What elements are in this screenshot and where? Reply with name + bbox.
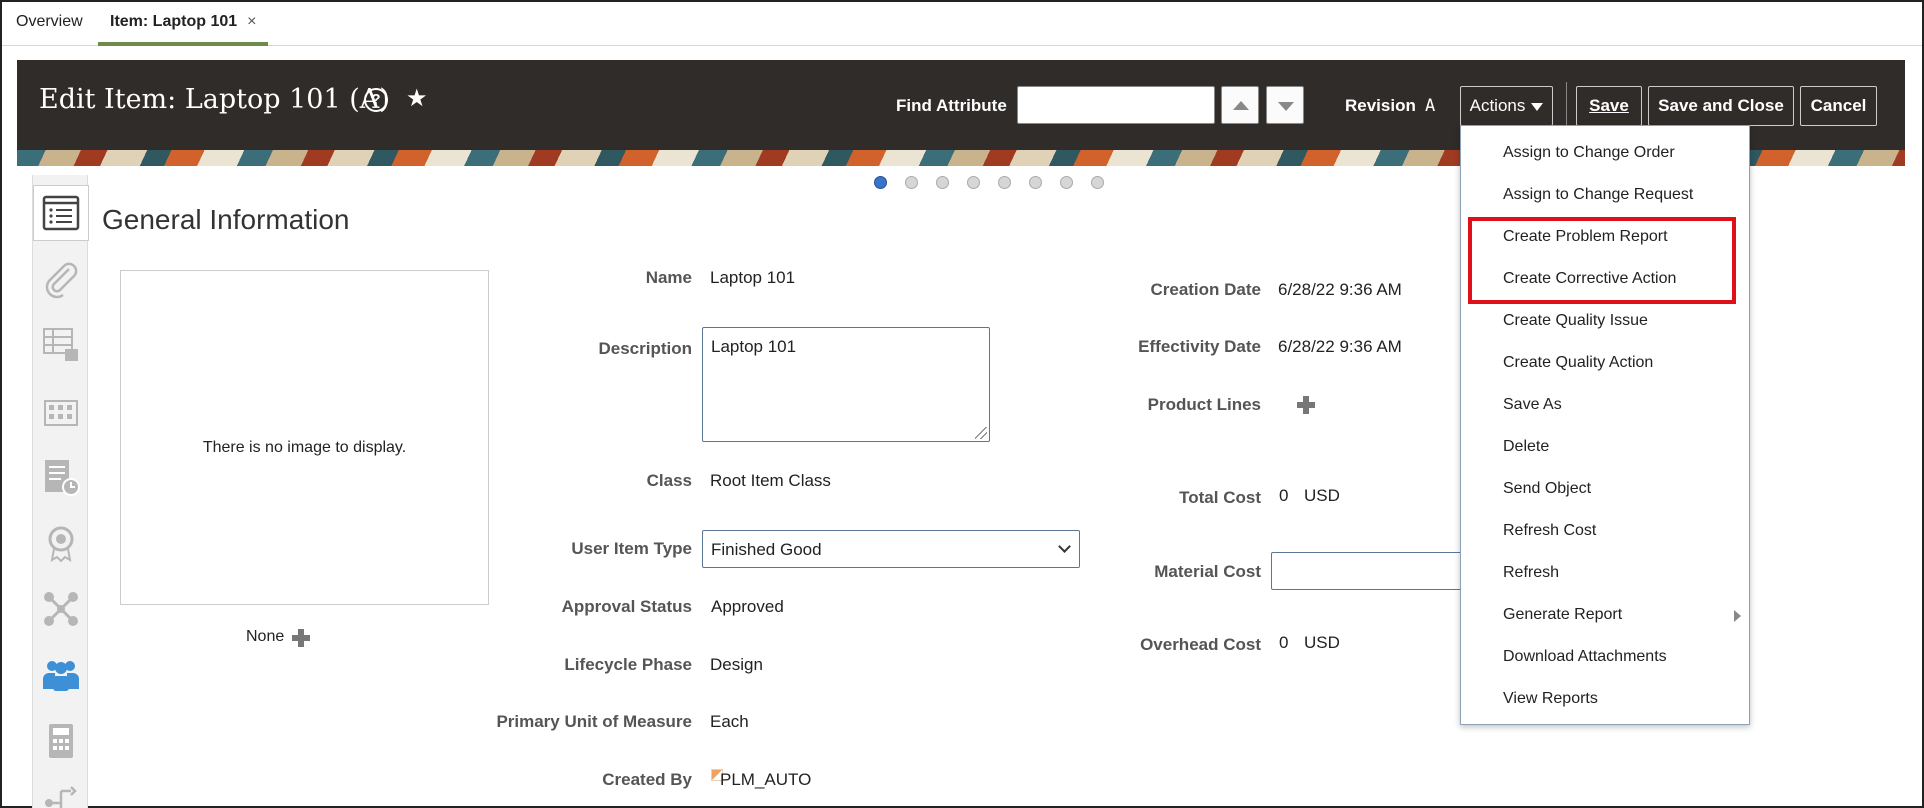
add-product-line-plus-icon[interactable] (1297, 396, 1315, 414)
user-item-type-select[interactable]: Finished Good (702, 530, 1080, 568)
class-value: Root Item Class (710, 471, 831, 490)
user-item-type-value: Finished Good (711, 540, 822, 559)
help-icon[interactable]: ? (364, 88, 388, 112)
toolbar-divider (1566, 82, 1567, 130)
creation-date-value: 6/28/22 9:36 AM (1278, 280, 1402, 299)
menu-item-create-quality-issue[interactable]: Create Quality Issue (1461, 300, 1749, 342)
arrow-down-icon (1278, 102, 1294, 111)
carousel-dot[interactable] (1091, 176, 1104, 189)
caret-down-icon (1531, 102, 1544, 111)
image-none-label: None (246, 628, 285, 645)
organization-icon[interactable] (33, 383, 89, 439)
highlight-box (1468, 217, 1736, 304)
carousel-dot[interactable] (1029, 176, 1042, 189)
menu-item-save-as[interactable]: Save As (1461, 384, 1749, 426)
tab-overview[interactable]: Overview (4, 2, 95, 46)
people-icon[interactable] (33, 647, 89, 703)
cancel-button[interactable]: Cancel (1800, 86, 1877, 126)
material-cost-input[interactable] (1271, 552, 1471, 590)
general-info-icon[interactable] (33, 185, 89, 241)
menu-item-refresh[interactable]: Refresh (1461, 552, 1749, 594)
revision-value: A (1425, 96, 1436, 116)
creation-date-label: Creation Date (1150, 280, 1261, 299)
carousel-dot[interactable] (998, 176, 1011, 189)
save-and-close-button[interactable]: Save and Close (1648, 86, 1794, 126)
tab-item-label: Item: Laptop 101 (110, 13, 238, 30)
carousel-dot[interactable] (967, 176, 980, 189)
description-value: Laptop 101 (711, 337, 797, 356)
find-next-button[interactable] (1266, 86, 1304, 124)
effectivity-date-value: 6/28/22 9:36 AM (1278, 337, 1402, 356)
menu-item-create-quality-action[interactable]: Create Quality Action (1461, 342, 1749, 384)
approval-status-label: Approval Status (561, 597, 692, 616)
total-cost-value: 0 (1279, 486, 1289, 505)
carousel-dot[interactable] (1060, 176, 1073, 189)
description-label: Description (598, 339, 692, 358)
menu-item-assign-to-change-request[interactable]: Assign to Change Request (1461, 174, 1749, 216)
actions-dropdown-menu: Assign to Change Order Assign to Change R… (1460, 125, 1750, 725)
add-image-plus-icon[interactable] (292, 629, 310, 647)
chevron-down-icon (1058, 540, 1071, 553)
section-title: General Information (102, 204, 350, 235)
overhead-cost-label: Overhead Cost (1140, 635, 1261, 654)
tab-item-laptop-101[interactable]: Item: Laptop 101 × (98, 2, 269, 46)
menu-item-generate-report[interactable]: Generate Report (1461, 594, 1749, 636)
description-textarea[interactable]: Laptop 101 (702, 327, 990, 442)
resize-handle-icon[interactable] (975, 427, 987, 439)
created-by-label: Created By (602, 770, 692, 789)
favorite-star-icon[interactable]: ★ (406, 84, 428, 113)
lifecycle-phase-label: Lifecycle Phase (564, 655, 692, 674)
tab-overview-label: Overview (16, 13, 83, 30)
total-cost-currency: USD (1304, 486, 1340, 505)
name-value: Laptop 101 (710, 268, 796, 287)
lifecycle-phase-value: Design (710, 655, 763, 674)
menu-item-download-attachments[interactable]: Download Attachments (1461, 636, 1749, 678)
history-icon[interactable] (33, 449, 89, 505)
arrow-up-icon (1233, 101, 1249, 110)
tab-bar: Overview Item: Laptop 101 × (2, 2, 1922, 46)
find-attribute-input[interactable] (1017, 86, 1215, 124)
carousel-dot[interactable] (874, 176, 887, 189)
calculator-icon[interactable] (33, 713, 89, 769)
menu-item-assign-to-change-order[interactable]: Assign to Change Order (1461, 132, 1749, 174)
uom-label: Primary Unit of Measure (496, 712, 692, 731)
user-item-type-label: User Item Type (571, 539, 692, 558)
effectivity-date-label: Effectivity Date (1138, 337, 1261, 356)
no-image-message: There is no image to display. (202, 439, 407, 456)
overhead-cost-currency: USD (1304, 633, 1340, 652)
submenu-arrow-icon (1734, 610, 1741, 622)
save-button[interactable]: Save (1576, 86, 1642, 126)
overhead-cost-value: 0 (1279, 633, 1289, 652)
find-attribute-label: Find Attribute (896, 96, 1007, 115)
menu-item-view-reports[interactable]: View Reports (1461, 678, 1749, 720)
menu-item-delete[interactable]: Delete (1461, 426, 1749, 468)
class-label: Class (646, 471, 692, 490)
menu-item-refresh-cost[interactable]: Refresh Cost (1461, 510, 1749, 552)
item-image-box: There is no image to display. (120, 270, 489, 605)
close-tab-icon[interactable]: × (247, 13, 256, 30)
approval-status-value: Approved (711, 597, 784, 616)
find-previous-button[interactable] (1221, 86, 1259, 124)
workflow-icon[interactable] (33, 771, 89, 808)
actions-label: Actions (1469, 96, 1526, 115)
relationships-icon[interactable] (33, 581, 89, 637)
carousel-dot[interactable] (936, 176, 949, 189)
product-lines-label: Product Lines (1147, 395, 1261, 414)
quality-icon[interactable] (33, 515, 89, 571)
total-cost-label: Total Cost (1179, 488, 1261, 507)
structure-icon[interactable] (33, 317, 89, 373)
page-title: Edit Item: Laptop 101 (A) (39, 84, 390, 115)
uom-value: Each (710, 712, 749, 731)
name-label: Name (645, 268, 692, 287)
section-rail (32, 175, 89, 808)
material-cost-label: Material Cost (1154, 562, 1261, 581)
revision-label: Revision (1345, 96, 1416, 115)
created-by-value[interactable]: PLM_AUTO (720, 770, 811, 790)
carousel-dot[interactable] (905, 176, 918, 189)
menu-item-send-object[interactable]: Send Object (1461, 468, 1749, 510)
actions-menu-button[interactable]: Actions (1460, 86, 1553, 126)
attachments-icon[interactable] (33, 251, 89, 307)
